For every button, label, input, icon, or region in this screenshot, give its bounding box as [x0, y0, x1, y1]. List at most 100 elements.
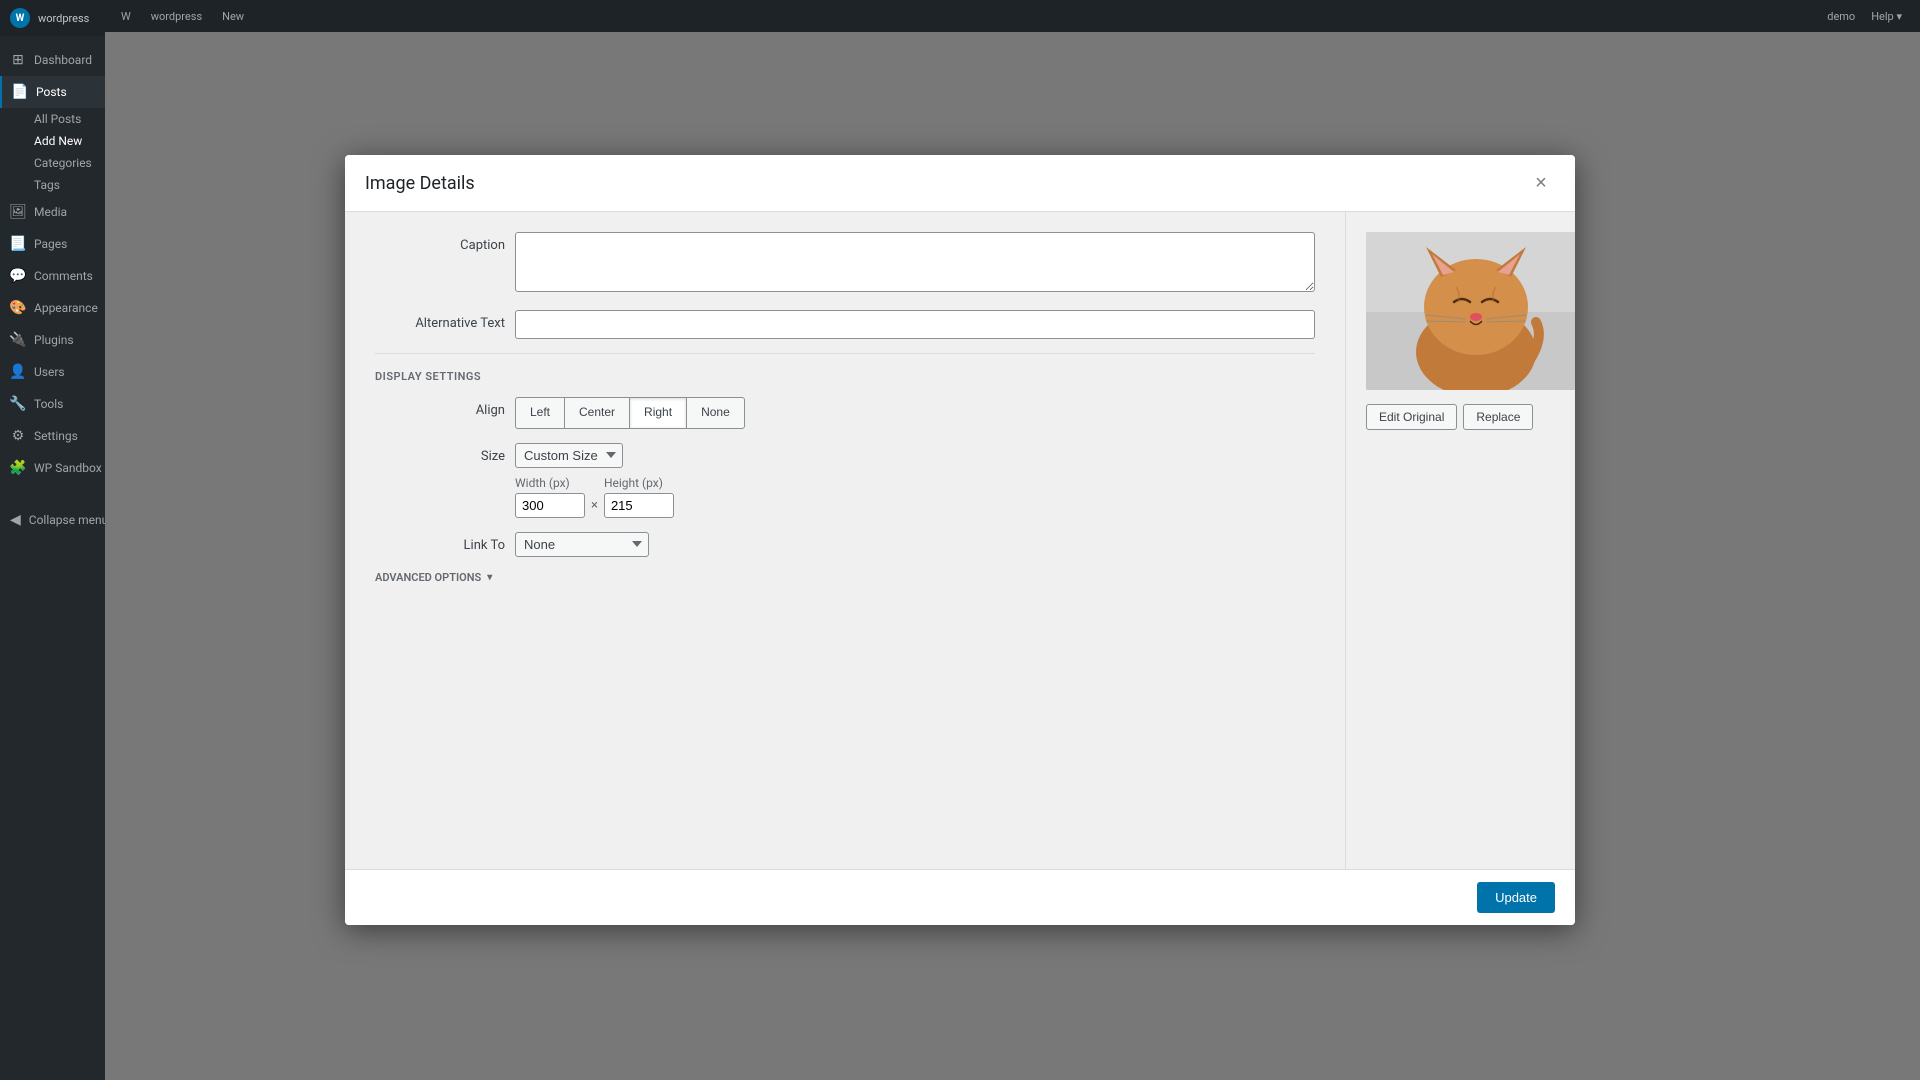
- sidebar-item-label: Dashboard: [34, 53, 92, 67]
- sidebar-item-tools[interactable]: 🔧 Tools: [0, 388, 105, 420]
- align-none-button[interactable]: None: [686, 397, 745, 429]
- sidebar-collapse-menu[interactable]: ◀ Collapse menu: [0, 504, 105, 536]
- topbar-help-btn[interactable]: Help ▾: [1863, 8, 1910, 25]
- sidebar-item-label: Settings: [34, 429, 78, 443]
- chevron-down-icon: ▾: [487, 572, 492, 583]
- caption-control: [515, 232, 1315, 296]
- alt-text-control: [515, 310, 1315, 339]
- caption-input[interactable]: [515, 232, 1315, 292]
- caption-label: Caption: [375, 232, 505, 253]
- update-button[interactable]: Update: [1477, 882, 1555, 913]
- topbar-user-label: demo: [1827, 10, 1855, 23]
- alt-text-label: Alternative Text: [375, 310, 505, 331]
- link-to-select[interactable]: None Media File Attachment Page Custom U…: [515, 532, 649, 557]
- modal-close-button[interactable]: ×: [1527, 169, 1555, 197]
- sidebar-item-posts[interactable]: 📄 Posts: [0, 76, 105, 108]
- width-input[interactable]: [515, 493, 585, 518]
- comments-icon: 💬: [10, 268, 26, 284]
- modal-left-panel: Caption Alternative Text DISPLAY SETTING…: [345, 212, 1345, 869]
- wpsandbox-icon: 🧩: [10, 460, 26, 476]
- sidebar-item-label: WP Sandbox: [34, 461, 102, 475]
- plugins-icon: 🔌: [10, 332, 26, 348]
- settings-icon: ⚙: [10, 428, 26, 444]
- sidebar-item-label: Appearance: [34, 301, 98, 315]
- sidebar-item-label: Users: [34, 365, 65, 379]
- modal-right-panel: Edit Original Replace: [1345, 212, 1575, 869]
- caption-row: Caption: [375, 232, 1315, 296]
- modal-body: Caption Alternative Text DISPLAY SETTING…: [345, 212, 1575, 869]
- sidebar-item-dashboard[interactable]: ⊞ Dashboard: [0, 44, 105, 76]
- advanced-options-toggle[interactable]: ADVANCED OPTIONS ▾: [375, 571, 1315, 584]
- advanced-options-label: ADVANCED OPTIONS: [375, 571, 481, 584]
- sidebar-item-label: Media: [34, 205, 67, 219]
- display-settings-title: DISPLAY SETTINGS: [375, 370, 1315, 383]
- sidebar-collapse-label: Collapse menu: [29, 513, 108, 527]
- users-icon: 👤: [10, 364, 26, 380]
- sidebar-nav: ⊞ Dashboard 📄 Posts All Posts Add New Ca…: [0, 36, 105, 536]
- modal-title: Image Details: [365, 173, 475, 194]
- sidebar-item-plugins[interactable]: 🔌 Plugins: [0, 324, 105, 356]
- size-label: Size: [375, 443, 505, 464]
- align-left-button[interactable]: Left: [515, 397, 564, 429]
- wp-logo-icon[interactable]: W: [10, 8, 30, 28]
- collapse-icon: ◀: [10, 512, 21, 528]
- cat-image-display: [1366, 232, 1575, 390]
- sidebar-item-label: Posts: [36, 85, 67, 99]
- image-action-buttons: Edit Original Replace: [1366, 404, 1555, 430]
- topbar: W wordpress New demo Help ▾: [105, 0, 1920, 32]
- sidebar-subitem-add-new[interactable]: Add New: [0, 130, 105, 152]
- modal-footer: Update: [345, 869, 1575, 925]
- site-name: wordpress: [38, 12, 89, 25]
- sidebar-item-media[interactable]: 🖼 Media: [0, 196, 105, 228]
- sidebar-subitem-tags[interactable]: Tags: [0, 174, 105, 196]
- sidebar-subitem-categories[interactable]: Categories: [0, 152, 105, 174]
- dashboard-icon: ⊞: [10, 52, 26, 68]
- align-buttons-group: Left Center Right None: [515, 397, 1315, 429]
- topbar-wp-btn[interactable]: W: [115, 8, 137, 25]
- sidebar-item-comments[interactable]: 💬 Comments: [0, 260, 105, 292]
- align-label: Align: [375, 397, 505, 418]
- topbar-site-btn[interactable]: wordpress: [145, 8, 208, 25]
- size-select[interactable]: Thumbnail Medium Large Full Size Custom …: [515, 443, 623, 468]
- link-to-row: Link To None Media File Attachment Page …: [375, 532, 1315, 557]
- sidebar-item-settings[interactable]: ⚙ Settings: [0, 420, 105, 452]
- posts-icon: 📄: [12, 84, 28, 100]
- alt-text-row: Alternative Text: [375, 310, 1315, 339]
- size-row: Size Thumbnail Medium Large Full Size Cu…: [375, 443, 1315, 518]
- image-preview: [1366, 232, 1555, 390]
- sidebar-item-pages[interactable]: 📃 Pages: [0, 228, 105, 260]
- pages-icon: 📃: [10, 236, 26, 252]
- replace-button[interactable]: Replace: [1463, 404, 1533, 430]
- sidebar-item-label: Plugins: [34, 333, 74, 347]
- size-control: Thumbnail Medium Large Full Size Custom …: [515, 443, 1315, 518]
- sidebar-item-wpsandbox[interactable]: 🧩 WP Sandbox: [0, 452, 105, 484]
- sidebar: W wordpress ⊞ Dashboard 📄 Posts All Post…: [0, 0, 105, 1080]
- tools-icon: 🔧: [10, 396, 26, 412]
- section-divider: [375, 353, 1315, 354]
- cat-svg: [1366, 232, 1575, 390]
- width-label: Width (px): [515, 476, 585, 490]
- align-right-button[interactable]: Right: [629, 397, 686, 429]
- edit-original-button[interactable]: Edit Original: [1366, 404, 1457, 430]
- size-inputs-group: Width (px) × Height (px): [515, 476, 1315, 518]
- media-icon: 🖼: [10, 204, 26, 220]
- appearance-icon: 🎨: [10, 300, 26, 316]
- align-center-button[interactable]: Center: [564, 397, 629, 429]
- sidebar-item-users[interactable]: 👤 Users: [0, 356, 105, 388]
- link-to-label: Link To: [375, 532, 505, 553]
- align-row: Align Left Center Right None: [375, 397, 1315, 429]
- sidebar-item-label: Pages: [34, 237, 67, 251]
- link-to-control: None Media File Attachment Page Custom U…: [515, 532, 1315, 557]
- sidebar-item-appearance[interactable]: 🎨 Appearance: [0, 292, 105, 324]
- topbar-new-btn[interactable]: New: [216, 8, 250, 25]
- alt-text-input[interactable]: [515, 310, 1315, 339]
- sidebar-subitem-all-posts[interactable]: All Posts: [0, 108, 105, 130]
- sidebar-item-label: Tools: [34, 397, 63, 411]
- width-group: Width (px): [515, 476, 585, 518]
- sidebar-header: W wordpress: [0, 0, 105, 36]
- sidebar-item-label: Comments: [34, 269, 93, 283]
- modal-header: Image Details ×: [345, 155, 1575, 212]
- size-separator: ×: [591, 498, 598, 513]
- image-details-modal: Image Details × Caption Alternative Text: [345, 155, 1575, 925]
- height-input[interactable]: [604, 493, 674, 518]
